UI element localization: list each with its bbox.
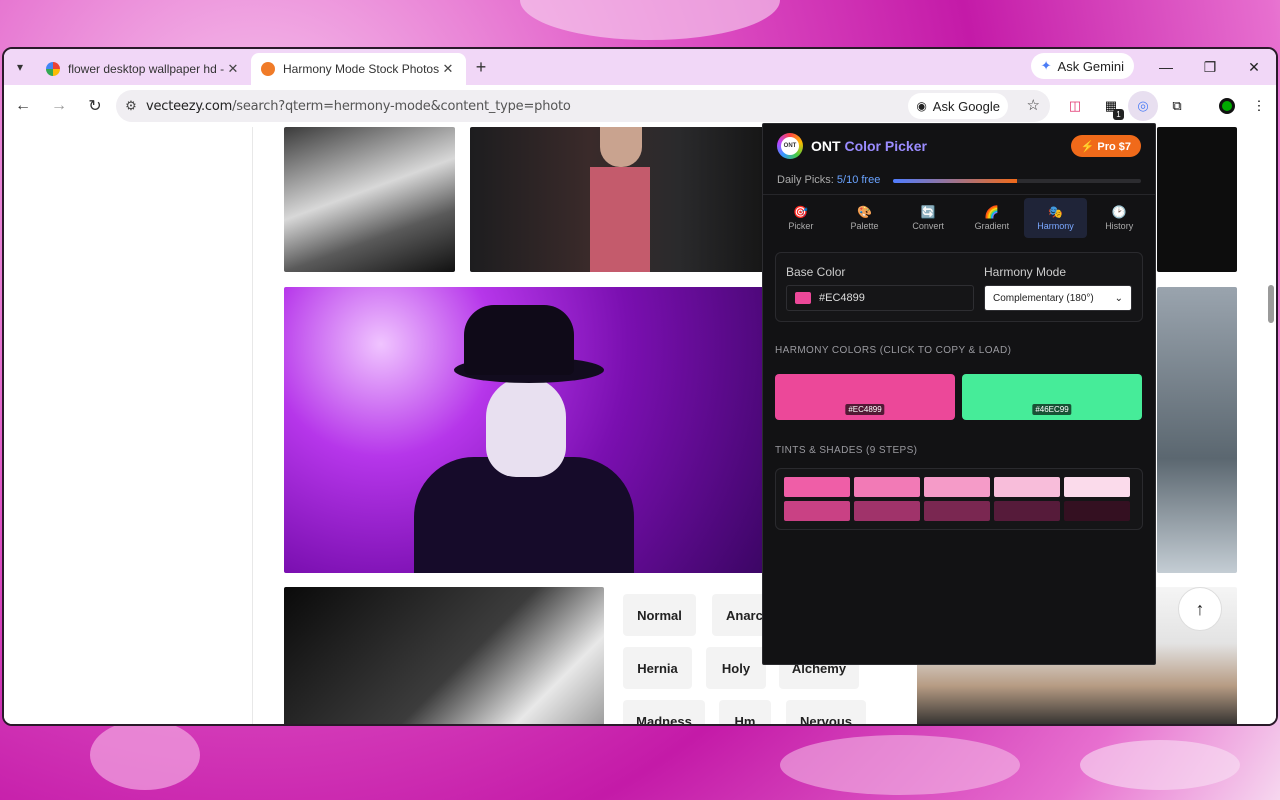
wallpaper-blob — [90, 720, 200, 790]
daily-picks: Daily Picks: 5/10 free — [777, 174, 881, 186]
tab-strip: ▾ flower desktop wallpaper hd - G ✕ Harm… — [4, 49, 1276, 85]
tab-title: Harmony Mode Stock Photos, I — [283, 62, 440, 76]
tint-swatch[interactable] — [784, 477, 850, 497]
close-tab-icon[interactable]: ✕ — [440, 61, 456, 77]
address-bar[interactable]: ⚙ vecteezy.com/search?qterm=hermony-mode… — [116, 90, 1050, 122]
tab-palette[interactable]: 🎨 Palette — [833, 198, 897, 238]
harmony-settings-card: Base Color Harmony Mode #EC4899 Compleme… — [775, 252, 1143, 322]
lens-icon: ◉ — [916, 99, 927, 113]
popup-tabs: 🎯 Picker 🎨 Palette 🔄 Convert 🌈 Gradient 🎭 Har… — [769, 198, 1151, 238]
target-icon: 🎯 — [793, 205, 809, 219]
rainbow-icon: 🌈 — [984, 205, 1000, 219]
browser-toolbar: ← → ↻ ⚙ vecteezy.com/search?qterm=hermon… — [4, 85, 1276, 127]
pro-upgrade-button[interactable]: ⚡ Pro $7 — [1070, 135, 1141, 157]
tints-shades-grid — [775, 468, 1143, 530]
tints-shades-heading: TINTS & SHADES (9 STEPS) — [775, 445, 918, 456]
photo-dome[interactable] — [284, 587, 604, 724]
shade-swatch[interactable] — [924, 501, 990, 521]
tag-chip[interactable]: Hernia — [623, 647, 692, 689]
convert-icon: 🔄 — [920, 205, 936, 219]
color-picker-popup: ONT ONT Color Picker ⚡ Pro $7 Daily Pick… — [762, 123, 1156, 665]
tab-flower-wallpaper[interactable]: flower desktop wallpaper hd - G ✕ — [36, 53, 251, 85]
tint-swatch[interactable] — [1064, 477, 1130, 497]
tag-chip[interactable]: Nervous — [786, 700, 866, 724]
restore-icon[interactable]: ❐ — [1188, 49, 1232, 85]
tab-convert[interactable]: 🔄 Convert — [896, 198, 960, 238]
chevron-down-icon: ⌄ — [1114, 292, 1123, 304]
vecteezy-favicon-icon — [261, 62, 275, 76]
wallpaper-blob — [1080, 740, 1240, 790]
base-color-swatch[interactable] — [795, 292, 811, 304]
daily-progress-bar — [893, 179, 1141, 183]
photo-skull-makeup[interactable] — [284, 287, 768, 573]
tab-harmony[interactable]: 🎭 Harmony — [1023, 198, 1088, 238]
close-window-icon[interactable]: ✕ — [1232, 49, 1276, 85]
more-menu-icon[interactable]: ⋮ — [1244, 91, 1274, 121]
tint-swatch[interactable] — [994, 477, 1060, 497]
tab-picker[interactable]: 🎯 Picker — [769, 198, 833, 238]
site-settings-icon[interactable]: ⚙ — [116, 98, 146, 114]
photo-bathtub[interactable] — [284, 127, 455, 272]
google-favicon-icon — [46, 62, 60, 76]
harmony-mode-label: Harmony Mode — [984, 265, 1067, 279]
tab-harmony-mode[interactable]: Harmony Mode Stock Photos, I ✕ — [251, 53, 466, 85]
photo-dark[interactable] — [1157, 127, 1237, 272]
tag-chip[interactable]: Madness — [623, 700, 705, 724]
harmony-mode-select[interactable]: Complementary (180°) ⌄ — [984, 285, 1132, 311]
extension-puzzle-badge-icon[interactable]: ▦ 1 — [1096, 91, 1126, 121]
base-color-label: Base Color — [786, 265, 846, 279]
harmony-swatch[interactable]: #46EC99 — [962, 374, 1142, 420]
harmony-colors-heading: HARMONY COLORS (CLICK TO COPY & LOAD) — [775, 345, 1012, 356]
new-tab-button[interactable]: + — [466, 57, 496, 78]
masks-icon: 🎭 — [1048, 205, 1063, 219]
popup-title: ONT Color Picker — [811, 138, 927, 154]
divider — [763, 194, 1155, 195]
photo-leather-jacket[interactable] — [470, 127, 768, 272]
tab-history[interactable]: 🕑 History — [1087, 198, 1151, 238]
color-picker-extension-icon[interactable]: ◎ — [1128, 91, 1158, 121]
wallpaper-blob — [780, 735, 1020, 795]
shade-swatch[interactable] — [994, 501, 1060, 521]
close-tab-icon[interactable]: ✕ — [225, 61, 241, 77]
harmony-swatch[interactable]: #EC4899 — [775, 374, 955, 420]
tab-title: flower desktop wallpaper hd - G — [68, 62, 225, 76]
tab-search-icon[interactable]: ▾ — [4, 49, 36, 85]
wallpaper-blob — [520, 0, 780, 40]
minimize-icon[interactable]: — — [1144, 49, 1188, 85]
ask-google-label: Ask Google — [932, 98, 1000, 114]
clock-icon: 🕑 — [1111, 205, 1127, 219]
gemini-spark-icon: ✦ — [1040, 58, 1052, 73]
tag-chip[interactable]: Hm — [719, 700, 771, 724]
palette-icon: 🎨 — [857, 205, 872, 219]
tag-chip[interactable]: Normal — [623, 594, 696, 636]
shade-swatch[interactable] — [1064, 501, 1130, 521]
shade-swatch[interactable] — [854, 501, 920, 521]
scroll-to-top-button[interactable]: ↑ — [1178, 587, 1222, 631]
sidebar-divider — [252, 127, 253, 724]
profile-avatar[interactable] — [1212, 91, 1242, 121]
url-text[interactable]: vecteezy.com/search?qterm=hermony-mode&c… — [146, 99, 571, 114]
page-scrollbar[interactable] — [1268, 285, 1274, 323]
back-arrow-icon[interactable]: ← — [6, 89, 40, 123]
ask-gemini-label: Ask Gemini — [1057, 58, 1124, 74]
extension-instagram-icon[interactable]: ◫ — [1060, 91, 1090, 121]
forward-arrow-icon[interactable]: → — [42, 89, 76, 123]
ask-gemini-button[interactable]: ✦ Ask Gemini — [1030, 53, 1134, 79]
tint-swatch[interactable] — [854, 477, 920, 497]
popup-header: ONT ONT Color Picker ⚡ Pro $7 — [763, 124, 1155, 168]
base-color-input[interactable]: #EC4899 — [786, 285, 974, 311]
ont-logo-icon: ONT — [777, 133, 803, 159]
reload-icon[interactable]: ↻ — [78, 89, 112, 123]
tab-gradient[interactable]: 🌈 Gradient — [960, 198, 1024, 238]
tint-swatch[interactable] — [924, 477, 990, 497]
photo-grey[interactable] — [1157, 287, 1237, 573]
bookmark-star-icon[interactable]: ☆ — [1027, 96, 1040, 114]
tag-chip[interactable]: Holy — [706, 647, 766, 689]
extensions-icon[interactable]: ⧉ — [1162, 91, 1192, 121]
shade-swatch[interactable] — [784, 501, 850, 521]
ask-google-button[interactable]: ◉ Ask Google — [908, 93, 1008, 119]
